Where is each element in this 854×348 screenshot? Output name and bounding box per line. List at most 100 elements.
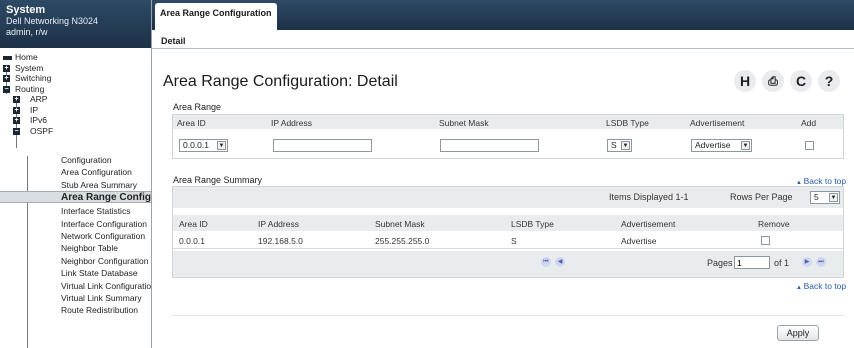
header-ip-address: IP Address xyxy=(258,219,299,229)
nav-item-configuration[interactable]: Configuration xyxy=(61,154,151,166)
expand-icon[interactable]: + xyxy=(3,75,10,82)
tree-item-label: Routing xyxy=(15,83,45,94)
expand-icon[interactable]: + xyxy=(13,96,20,103)
nav-item-area-configuration[interactable]: Area Configuration xyxy=(61,166,151,178)
tab-detail[interactable]: Detail xyxy=(161,36,186,46)
tree-item-ipv6[interactable]: + IPv6 xyxy=(0,115,151,126)
sub-tab-bar: Detail xyxy=(152,30,854,49)
chevron-down-icon: ▼ xyxy=(741,141,750,150)
header-subnet-mask: Subnet Mask xyxy=(439,118,489,128)
tree-item-label: Switching xyxy=(15,73,52,83)
apply-button[interactable]: Apply xyxy=(777,325,819,341)
lsdb-type-select[interactable]: S ▼ xyxy=(607,139,632,152)
of-pages-label: of 1 xyxy=(774,258,790,268)
tree-item-arp[interactable]: + ARP xyxy=(0,94,151,105)
nav-item-virtual-link-summary[interactable]: Virtual Link Summary xyxy=(61,292,151,304)
last-page-icon[interactable]: ⏭ xyxy=(816,257,826,267)
header-advertisement: Advertisement xyxy=(690,118,745,128)
tree-item-label: OSPF xyxy=(30,125,54,136)
lsdb-type-value: S xyxy=(611,140,617,150)
divider xyxy=(172,315,844,316)
tree-item-system[interactable]: + System xyxy=(0,63,151,74)
row-subnet-mask: 255.255.255.0 xyxy=(375,236,430,246)
header-area-id: Area ID xyxy=(177,118,206,128)
nav-item-link-state-database[interactable]: Link State Database xyxy=(61,267,151,279)
remove-checkbox[interactable] xyxy=(761,236,770,245)
header-area-id: Area ID xyxy=(179,219,208,229)
nav-item-network-configuration[interactable]: Network Configuration xyxy=(61,230,151,242)
tree-item-switching[interactable]: + Switching xyxy=(0,73,151,84)
main-content: Area Range Configuration: Detail H ⎙ C ?… xyxy=(152,49,854,348)
tab-area-range-configuration[interactable]: Area Range Configuration xyxy=(155,3,277,30)
row-advertisement: Advertise xyxy=(621,236,657,246)
first-page-icon[interactable]: ⏮ xyxy=(541,257,551,267)
refresh-icon[interactable]: C xyxy=(790,70,812,92)
back-to-top-link-2[interactable]: ▲ Back to top xyxy=(796,281,846,291)
collapse-icon[interactable]: − xyxy=(13,127,20,135)
print-icon[interactable]: ⎙ xyxy=(762,70,784,92)
nav-item-neighbor-configuration[interactable]: Neighbor Configuration xyxy=(61,255,151,267)
nav-item-stub-area-summary[interactable]: Stub Area Summary xyxy=(61,179,151,191)
nav-item-neighbor-table[interactable]: Neighbor Table xyxy=(61,242,151,254)
tree-item-ip[interactable]: + IP xyxy=(0,105,151,116)
rows-per-page-select[interactable]: 5 ▼ xyxy=(810,191,840,204)
user-info: admin, r/w xyxy=(6,27,48,37)
page-number-input[interactable] xyxy=(734,256,770,269)
system-title: System xyxy=(6,4,46,16)
top-tab-bar: Area Range Configuration xyxy=(152,0,854,30)
back-to-top-text: Back to top xyxy=(803,176,847,186)
prev-page-icon[interactable]: ◀ xyxy=(555,257,565,267)
chevron-down-icon: ▼ xyxy=(217,141,226,150)
ip-address-input[interactable] xyxy=(273,139,372,152)
nav-item-virtual-link-configuration[interactable]: Virtual Link Configuration xyxy=(61,280,151,292)
subnet-mask-input[interactable] xyxy=(440,139,539,152)
expand-icon[interactable]: + xyxy=(13,117,20,124)
rows-per-page-label: Rows Per Page xyxy=(730,192,793,202)
question-icon[interactable]: ? xyxy=(818,70,840,92)
sidebar-header: System Dell Networking N3024 admin, r/w xyxy=(0,0,151,48)
chevron-down-icon: ▼ xyxy=(621,141,630,150)
back-to-top-text: Back to top xyxy=(803,281,847,291)
header-advertisement: Advertisement xyxy=(621,219,676,229)
tree-item-home[interactable]: Home xyxy=(0,52,151,63)
tree-item-ospf[interactable]: − OSPF xyxy=(0,126,151,137)
collapse-icon[interactable]: − xyxy=(3,85,10,93)
page-title: Area Range Configuration: Detail xyxy=(163,73,398,90)
header-subnet-mask: Subnet Mask xyxy=(375,219,425,229)
area-id-select[interactable]: 0.0.0.1 ▼ xyxy=(179,139,228,152)
device-name: Dell Networking N3024 xyxy=(6,16,99,26)
row-area-id: 0.0.0.1 xyxy=(179,236,205,246)
toolbar-icons: H ⎙ C ? xyxy=(734,70,844,94)
summary-label: Area Range Summary xyxy=(173,175,263,185)
row-ip-address: 192.168.5.0 xyxy=(258,236,303,246)
home-icon xyxy=(3,56,12,60)
add-checkbox[interactable] xyxy=(805,141,814,150)
nav-item-area-range-configuration[interactable]: Area Range Configuration xyxy=(0,191,151,204)
table-row: 0.0.0.1 192.168.5.0 255.255.255.0 S Adve… xyxy=(173,233,843,249)
pages-label: Pages xyxy=(707,258,733,268)
tree-item-label: ARP xyxy=(30,94,48,104)
area-range-box: Area ID IP Address Subnet Mask LSDB Type… xyxy=(172,114,844,159)
expand-icon[interactable]: + xyxy=(13,106,20,114)
items-displayed: Items Displayed 1-1 xyxy=(609,192,689,202)
back-to-top-link[interactable]: ▲ Back to top xyxy=(796,176,846,186)
area-range-label: Area Range xyxy=(173,102,222,112)
tree-item-label: System xyxy=(15,62,44,73)
area-id-value: 0.0.0.1 xyxy=(183,140,209,150)
nav-item-route-redistribution[interactable]: Route Redistribution xyxy=(61,304,151,316)
help-icon[interactable]: H xyxy=(734,70,756,92)
tree-item-routing[interactable]: − Routing xyxy=(0,84,151,95)
rows-per-page-value: 5 xyxy=(814,192,819,202)
advertisement-value: Advertise xyxy=(695,140,731,150)
summary-box: Items Displayed 1-1 Rows Per Page 5 ▼ Ar… xyxy=(172,186,844,278)
caret-up-icon: ▲ xyxy=(796,285,804,291)
nav-item-interface-statistics[interactable]: Interface Statistics xyxy=(61,205,151,217)
expand-icon[interactable]: + xyxy=(3,64,10,72)
row-lsdb-type: S xyxy=(511,236,517,246)
nav-tree: Home + System + Switching − Routing + AR… xyxy=(0,48,151,348)
advertisement-select[interactable]: Advertise ▼ xyxy=(691,139,752,152)
header-remove: Remove xyxy=(758,219,790,229)
next-page-icon[interactable]: ▶ xyxy=(802,257,812,267)
nav-item-interface-configuration[interactable]: Interface Configuration xyxy=(61,218,151,230)
tree-item-label: Home xyxy=(15,52,38,62)
